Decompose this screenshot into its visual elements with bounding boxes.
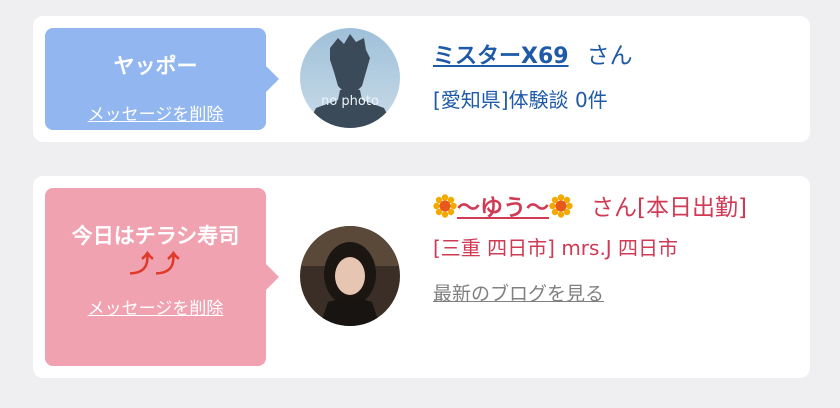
message-card: 今日はチラシ寿司 ⤴⤴ メッセージを削除 〜ゆう〜 さん[本日出勤] [三重 四日…: [33, 176, 810, 378]
avatar[interactable]: no photo: [300, 28, 400, 128]
user-name-line: ミスターX69 さん: [433, 38, 780, 76]
latest-blog-link[interactable]: 最新のブログを見る: [433, 279, 604, 306]
up-arrows-icon: ⤴⤴: [129, 250, 182, 278]
message-bubble: ヤッポー メッセージを削除: [45, 28, 279, 130]
honorific-status: さん[本日出勤]: [591, 195, 747, 221]
honorific: さん: [586, 43, 633, 69]
user-location-shop: [三重 四日市] mrs.J 四日市: [433, 236, 679, 260]
user-info: ミスターX69 さん [愛知県]体験談 0件: [433, 38, 780, 113]
message-text: 今日はチラシ寿司: [71, 224, 240, 248]
message-text: ヤッポー: [113, 54, 198, 78]
message-card: ヤッポー メッセージを削除 no photo ミスターX69 さん [愛知県]体験…: [33, 16, 810, 142]
user-name-link[interactable]: 〜ゆう〜: [433, 194, 573, 221]
user-name-line: 〜ゆう〜 さん[本日出勤]: [433, 188, 780, 230]
avatar[interactable]: [300, 226, 400, 326]
user-location-stats: [愛知県]体験談 0件: [433, 88, 608, 112]
no-photo-label: no photo: [321, 94, 379, 109]
delete-message-link[interactable]: メッセージを削除: [88, 100, 224, 125]
user-name-text: 〜ゆう〜: [457, 195, 549, 221]
user-name-link[interactable]: ミスターX69: [433, 44, 569, 69]
no-photo-avatar-icon: [300, 28, 400, 128]
sunflower-icon: [433, 194, 457, 218]
user-info: 〜ゆう〜 さん[本日出勤] [三重 四日市] mrs.J 四日市 最新のブログを見…: [433, 188, 780, 306]
user-photo: [300, 226, 400, 326]
sunflower-icon: [549, 194, 573, 218]
message-bubble: 今日はチラシ寿司 ⤴⤴ メッセージを削除: [45, 188, 279, 366]
delete-message-link[interactable]: メッセージを削除: [88, 294, 224, 319]
